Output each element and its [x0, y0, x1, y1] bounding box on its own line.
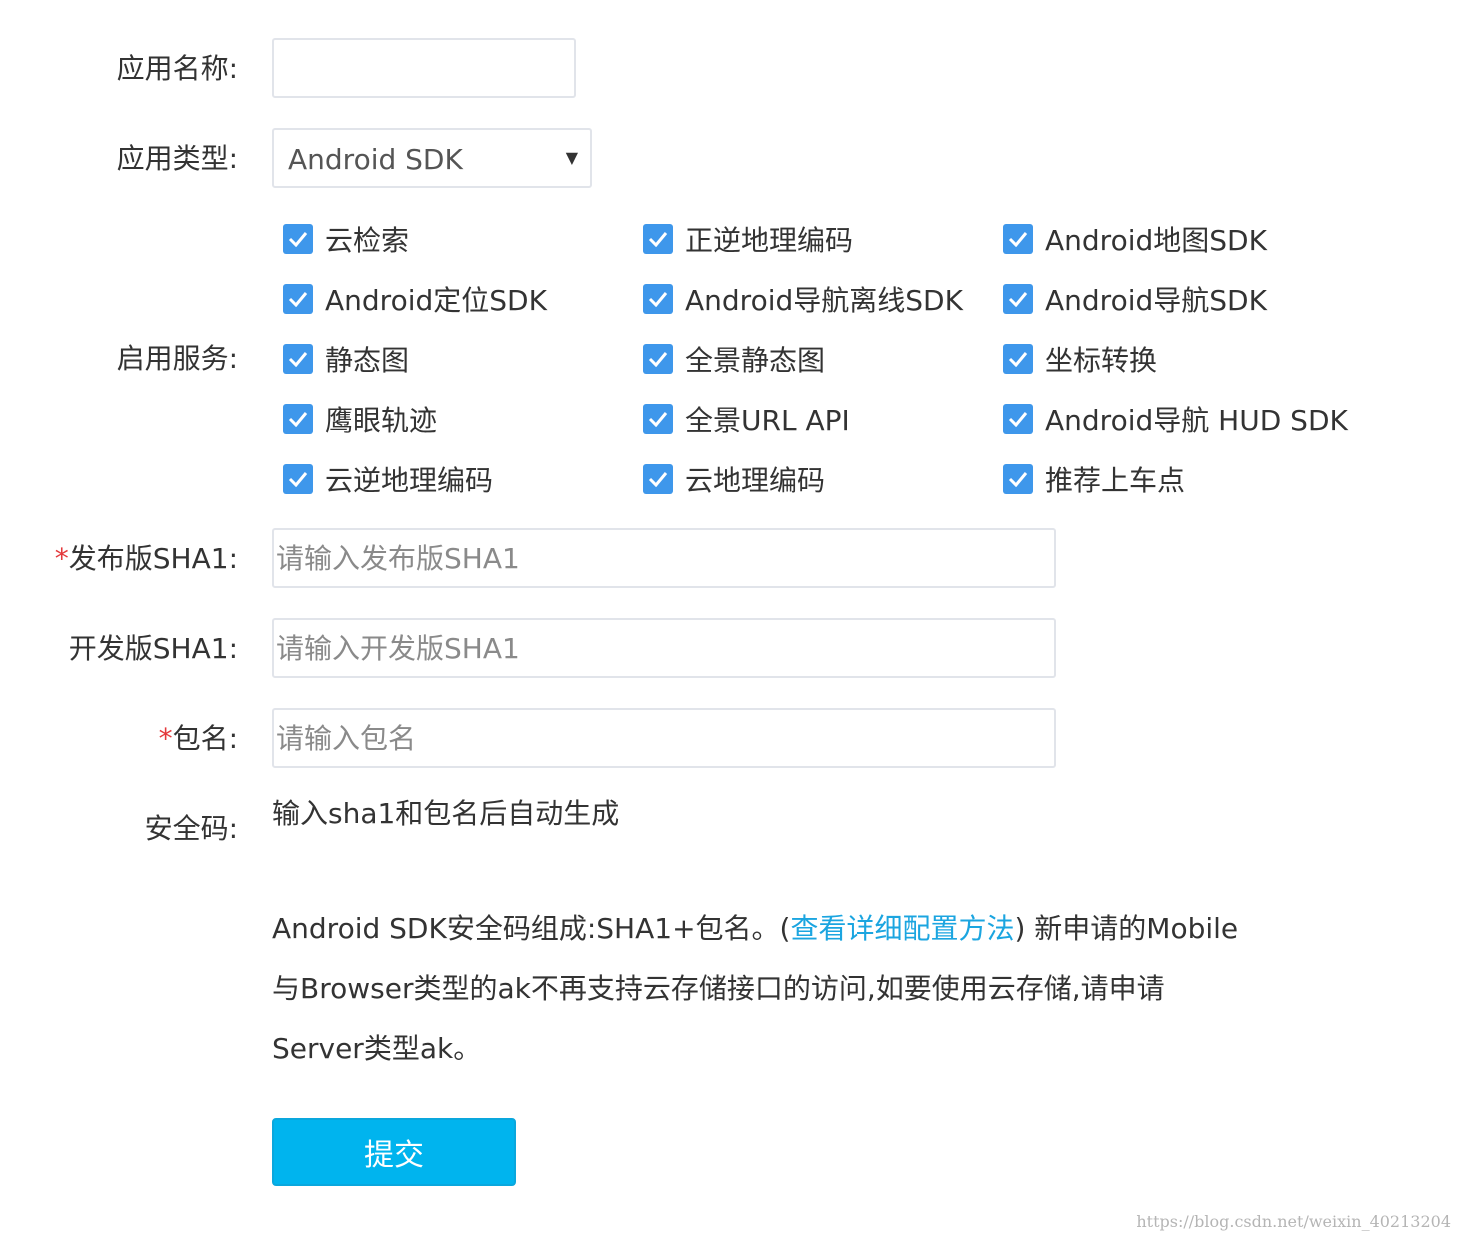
service-checkbox[interactable]: 云地理编码 — [643, 459, 825, 499]
submit-button[interactable]: 提交 — [272, 1118, 516, 1186]
checkbox-checked-icon — [1003, 224, 1033, 254]
checkbox-checked-icon — [1003, 404, 1033, 434]
service-checkbox[interactable]: Android导航离线SDK — [643, 279, 963, 319]
services-label: 启用服务: — [116, 342, 238, 375]
checkbox-checked-icon — [643, 404, 673, 434]
note-line-1: Android SDK安全码组成:SHA1+包名。(查看详细配置方法) 新申请的… — [272, 912, 1239, 945]
checkbox-checked-icon — [1003, 284, 1033, 314]
app-type-selected: Android SDK — [288, 143, 463, 176]
service-label: 云逆地理编码 — [325, 464, 494, 497]
checkbox-checked-icon — [1003, 464, 1033, 494]
service-label: 正逆地理编码 — [685, 224, 854, 257]
service-label: Android导航离线SDK — [685, 284, 963, 317]
service-label: Android导航 HUD SDK — [1045, 404, 1348, 437]
service-checkbox[interactable]: Android定位SDK — [283, 279, 547, 319]
checkbox-checked-icon — [283, 344, 313, 374]
app-type-select[interactable]: Android SDK ▼ — [272, 128, 592, 188]
service-label: 鹰眼轨迹 — [325, 404, 438, 437]
security-code-value: 输入sha1和包名后自动生成 — [272, 797, 620, 830]
package-name-input[interactable] — [272, 708, 1056, 768]
note-line-2: 与Browser类型的ak不再支持云存储接口的访问,如要使用云存储,请申请 — [272, 972, 1165, 1005]
checkbox-checked-icon — [283, 224, 313, 254]
service-label: 云检索 — [325, 224, 410, 257]
checkbox-checked-icon — [283, 404, 313, 434]
service-checkbox[interactable]: 推荐上车点 — [1003, 459, 1185, 499]
service-label: 静态图 — [325, 344, 410, 377]
security-code-label: 安全码: — [144, 812, 238, 845]
checkbox-checked-icon — [283, 284, 313, 314]
service-label: Android定位SDK — [325, 284, 547, 317]
service-checkbox[interactable]: 全景静态图 — [643, 339, 825, 379]
checkbox-checked-icon — [643, 344, 673, 374]
service-checkbox[interactable]: 坐标转换 — [1003, 339, 1157, 379]
service-checkbox[interactable]: Android导航SDK — [1003, 279, 1267, 319]
service-label: Android地图SDK — [1045, 224, 1267, 257]
config-method-link[interactable]: 查看详细配置方法 — [790, 912, 1014, 945]
service-label: 推荐上车点 — [1045, 464, 1186, 497]
service-checkbox[interactable]: 全景URL API — [643, 399, 850, 439]
service-checkbox[interactable]: 正逆地理编码 — [643, 219, 853, 259]
checkbox-checked-icon — [643, 284, 673, 314]
checkbox-checked-icon — [643, 224, 673, 254]
release-sha1-label: *发布版SHA1: — [54, 542, 238, 575]
app-name-input[interactable] — [272, 38, 576, 98]
watermark: https://blog.csdn.net/weixin_40213204 — [1136, 1212, 1451, 1231]
service-checkbox[interactable]: Android地图SDK — [1003, 219, 1267, 259]
service-label: 云地理编码 — [685, 464, 826, 497]
package-name-label: *包名: — [158, 722, 238, 755]
service-label: Android导航SDK — [1045, 284, 1267, 317]
checkbox-checked-icon — [643, 464, 673, 494]
release-sha1-input[interactable] — [272, 528, 1056, 588]
service-label: 全景静态图 — [685, 344, 826, 377]
app-name-label: 应用名称: — [116, 52, 238, 85]
service-checkbox[interactable]: 鹰眼轨迹 — [283, 399, 437, 439]
checkbox-checked-icon — [283, 464, 313, 494]
service-checkbox[interactable]: 云检索 — [283, 219, 409, 259]
checkbox-checked-icon — [1003, 344, 1033, 374]
service-checkbox[interactable]: 云逆地理编码 — [283, 459, 493, 499]
app-type-label: 应用类型: — [116, 142, 238, 175]
dev-sha1-label: 开发版SHA1: — [68, 632, 238, 665]
note-line-3: Server类型ak。 — [272, 1032, 482, 1065]
dev-sha1-input[interactable] — [272, 618, 1056, 678]
dropdown-arrow-icon: ▼ — [565, 148, 578, 167]
service-checkbox[interactable]: 静态图 — [283, 339, 409, 379]
service-label: 坐标转换 — [1045, 344, 1158, 377]
required-mark: * — [158, 722, 173, 755]
required-mark: * — [54, 542, 69, 575]
service-label: 全景URL API — [685, 404, 850, 437]
service-checkbox[interactable]: Android导航 HUD SDK — [1003, 399, 1348, 439]
